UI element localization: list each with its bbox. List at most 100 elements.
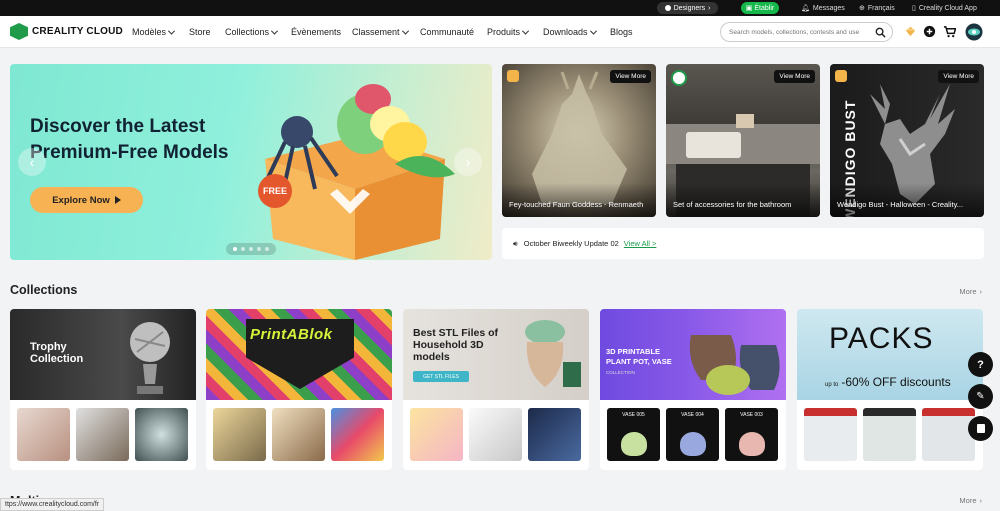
main-nav: CREALITY CLOUD Modèles Store Collections… xyxy=(0,16,1000,48)
nav-label: Blogs xyxy=(610,27,633,37)
edit-note-icon: ✎ xyxy=(976,391,985,402)
hero-title: Discover the Latest Premium-Free Models xyxy=(30,116,229,163)
free-label: FREE xyxy=(262,186,287,196)
collection-banner-title: Trophy Collection xyxy=(30,341,84,365)
next-section-more-link[interactable]: More › xyxy=(959,496,982,505)
collection-thumbnail[interactable] xyxy=(528,408,581,461)
nav-item-store[interactable]: Store xyxy=(189,16,211,48)
diamond-icon[interactable] xyxy=(904,25,917,38)
collection-banner-subtitle: COLLECTION xyxy=(606,370,635,375)
feedback-button[interactable]: ✎ xyxy=(968,384,993,409)
collection-card[interactable]: 3D PRINTABLE PLANT POT, VASE COLLECTION … xyxy=(600,309,786,470)
get-stl-files-button[interactable]: GET STL FILES xyxy=(413,371,469,382)
carousel-dot[interactable] xyxy=(257,247,261,251)
collection-banner: Trophy Collection xyxy=(10,309,196,400)
chevron-right-icon: › xyxy=(708,4,711,12)
featured-title: Set of accessories for the bathroom xyxy=(666,183,820,217)
collection-thumbnail[interactable] xyxy=(410,408,463,461)
phone-icon: ▯ xyxy=(912,5,916,12)
nav-item-communaute[interactable]: Communauté xyxy=(420,16,474,48)
announcement-text: October Biweekly Update 02 xyxy=(523,239,619,248)
nav-item-blogs[interactable]: Blogs xyxy=(610,16,633,48)
collection-banner-title: PrintABlok xyxy=(250,326,333,343)
view-more-button[interactable]: View More xyxy=(774,70,815,83)
status-bar-url: ttps://www.crealitycloud.com/fr xyxy=(0,498,105,511)
nav-label: Modèles xyxy=(132,27,167,37)
carousel-dot[interactable] xyxy=(233,247,237,251)
avatar[interactable] xyxy=(965,23,983,41)
top-bar: Designers › ▣ Établir 🔔︎ Messages ⊕ Fran… xyxy=(0,0,1000,16)
view-more-button[interactable]: View More xyxy=(610,70,651,83)
featured-card[interactable]: View More Fey-touched Faun Goddess - Ren… xyxy=(502,64,656,217)
vase-image xyxy=(739,432,765,456)
collection-card[interactable]: Trophy Collection xyxy=(10,309,196,470)
collection-thumbnail[interactable]: VASE 004 xyxy=(666,408,719,461)
collection-thumbnail[interactable] xyxy=(135,408,188,461)
speaker-icon: 🔊︎ xyxy=(513,238,518,248)
messages-link[interactable]: 🔔︎ Messages xyxy=(801,0,845,16)
explore-now-button[interactable]: Explore Now xyxy=(30,187,143,213)
chevron-right-icon: › xyxy=(465,154,471,170)
search-input[interactable] xyxy=(729,26,873,39)
hero-prev-arrow[interactable]: ‹ xyxy=(18,148,46,176)
cart-icon[interactable] xyxy=(943,25,956,38)
collection-card[interactable]: Best STL Files of Household 3D models GE… xyxy=(403,309,589,470)
collection-thumbnail[interactable] xyxy=(17,408,70,461)
chevron-down-icon xyxy=(167,27,176,35)
carousel-dot[interactable] xyxy=(265,247,269,251)
collection-thumbnail[interactable] xyxy=(469,408,522,461)
view-more-button[interactable]: View More xyxy=(938,70,979,83)
nav-item-downloads[interactable]: Downloads xyxy=(543,16,597,48)
search-box xyxy=(720,22,893,42)
question-icon: ? xyxy=(977,358,984,371)
vase-image xyxy=(680,432,706,456)
more-label: More xyxy=(959,287,977,296)
collection-thumbnail[interactable]: VASE 005 xyxy=(607,408,660,461)
search-icon[interactable] xyxy=(875,27,886,38)
carousel-dot[interactable] xyxy=(241,247,245,251)
vase-label: VASE 005 xyxy=(622,412,645,418)
featured-card[interactable]: View More Set of accessories for the bat… xyxy=(666,64,820,217)
chevron-down-icon xyxy=(589,27,597,35)
collection-thumbnail[interactable] xyxy=(331,408,384,461)
language-selector[interactable]: ⊕ Français xyxy=(859,0,895,16)
nav-item-collections[interactable]: Collections xyxy=(225,16,279,48)
scroll-top-button[interactable] xyxy=(968,416,993,441)
chevron-right-icon: › xyxy=(979,496,983,505)
collection-thumbnail[interactable] xyxy=(804,408,857,461)
nav-label: Produits xyxy=(487,27,521,37)
discount-prefix: up to xyxy=(825,382,839,388)
hero-carousel[interactable]: Discover the Latest Premium-Free Models … xyxy=(10,64,492,260)
collection-thumbnail[interactable] xyxy=(272,408,325,461)
nav-item-evenements[interactable]: Évènements xyxy=(291,16,341,48)
app-label: Creality Cloud App xyxy=(918,4,977,12)
featured-card[interactable]: WENDIGO BUST View More Wendigo Bust - Ha… xyxy=(830,64,984,217)
collection-thumbnail[interactable] xyxy=(863,408,916,461)
view-all-link[interactable]: View All > xyxy=(624,239,657,248)
brand-logo[interactable]: CREALITY CLOUD xyxy=(10,23,123,40)
collection-thumbnail[interactable] xyxy=(922,408,975,461)
upload-icon: ▣ xyxy=(745,5,753,12)
carousel-dots xyxy=(226,243,276,255)
collection-banner-title: Best STL Files of Household 3D models xyxy=(413,327,498,363)
collections-more-link[interactable]: More › xyxy=(959,287,982,296)
hero-next-arrow[interactable]: › xyxy=(454,148,482,176)
more-label: More xyxy=(959,496,977,505)
add-icon[interactable] xyxy=(923,25,936,38)
nav-item-modeles[interactable]: Modèles xyxy=(132,16,176,48)
nav-label: Évènements xyxy=(291,27,342,37)
app-link[interactable]: ▯ Creality Cloud App xyxy=(912,0,977,16)
help-button[interactable]: ? xyxy=(968,352,993,377)
collection-thumbnail[interactable] xyxy=(76,408,129,461)
bookmark-icon xyxy=(976,424,985,433)
collection-card[interactable]: PACKS up to -60% OFF discounts xyxy=(797,309,983,470)
collection-card[interactable]: PrintABlok xyxy=(206,309,392,470)
designers-button[interactable]: Designers › xyxy=(657,2,718,14)
carousel-dot[interactable] xyxy=(249,247,253,251)
nav-item-produits[interactable]: Produits xyxy=(487,16,530,48)
etablir-button[interactable]: ▣ Établir xyxy=(741,2,779,14)
nav-item-classement[interactable]: Classement xyxy=(352,16,409,48)
vase-label: VASE 003 xyxy=(740,412,763,418)
collection-thumbnail[interactable]: VASE 003 xyxy=(725,408,778,461)
collection-thumbnail[interactable] xyxy=(213,408,266,461)
